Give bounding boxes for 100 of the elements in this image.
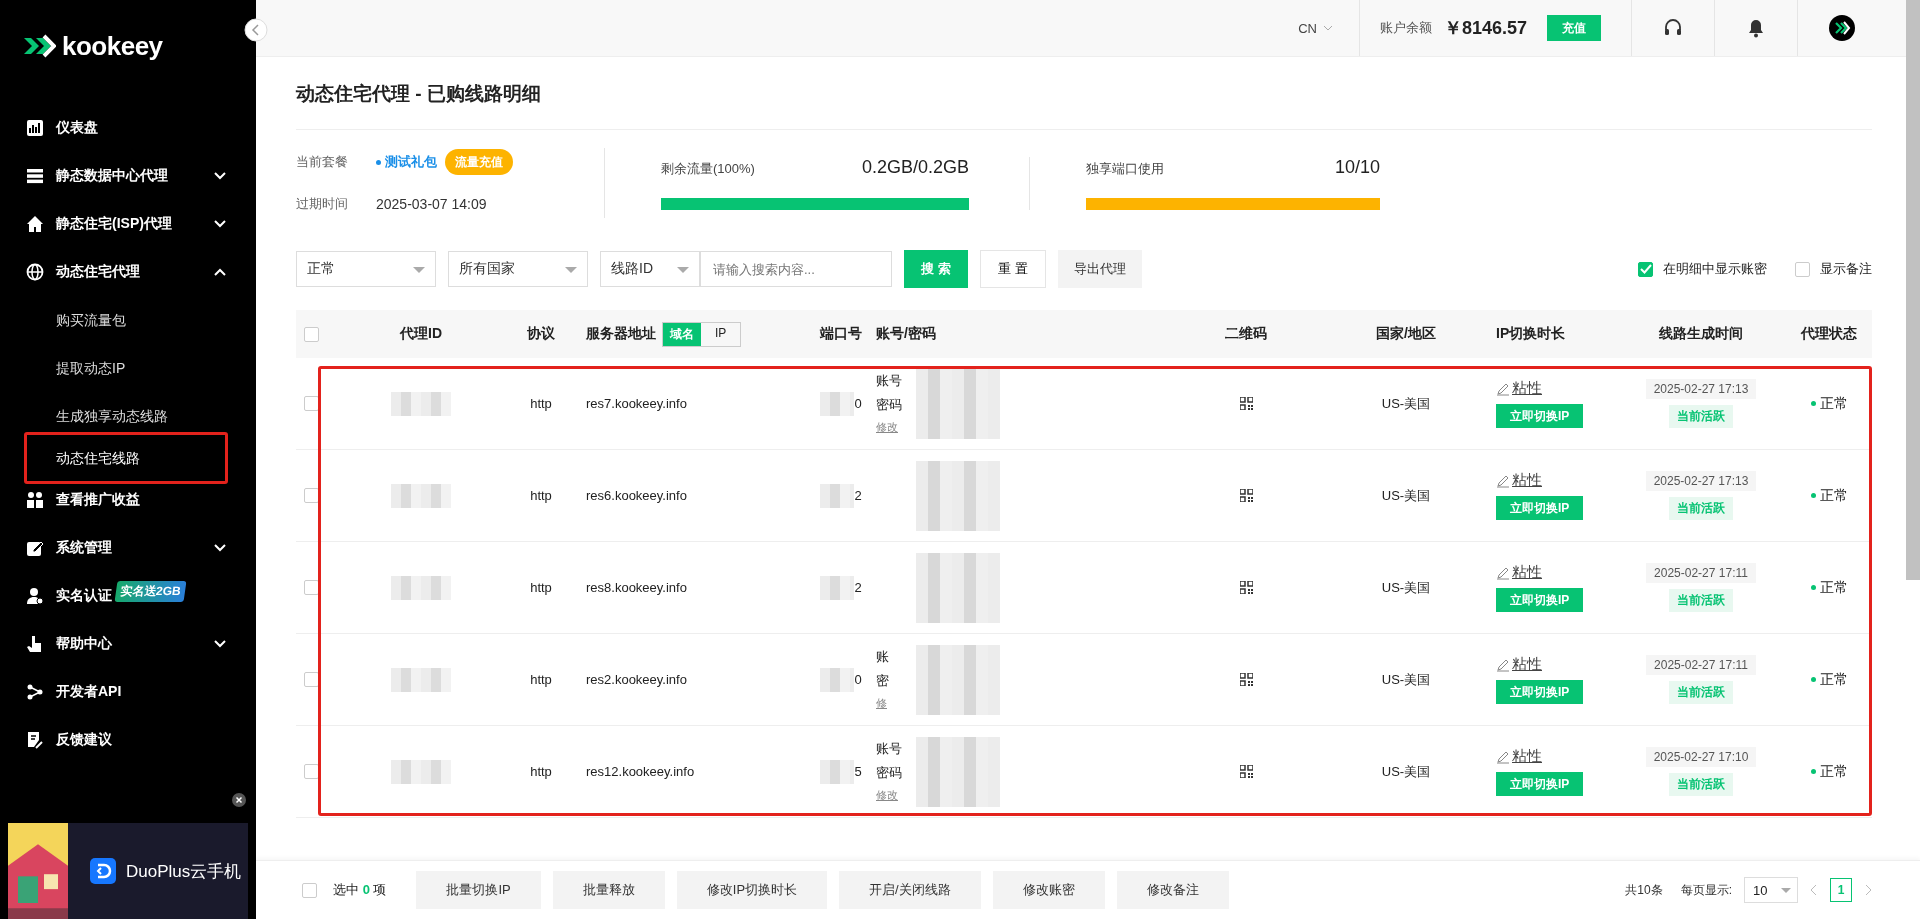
select-all-checkbox[interactable] [302,882,317,898]
menu-label: 静态住宅(ISP)代理 [56,215,172,233]
bulk-action-button[interactable]: 修改账密 [992,871,1105,909]
created-time: 2025-02-27 17:10 [1645,747,1757,767]
menu-label: 实名认证 [56,587,112,605]
checkbox[interactable] [1795,261,1810,277]
table-cell-text: US-美国 [1380,578,1432,597]
total-count: 共10条 [1625,881,1663,899]
user-icon [26,587,44,605]
page-size-select[interactable]: 10 [1744,877,1798,903]
bulk-action-button[interactable]: 开启/关闭线路 [839,871,981,909]
menu-label: 静态数据中心代理 [56,167,168,185]
people-icon [26,491,44,509]
switch-mode-link[interactable]: 粘性 [1496,655,1542,674]
address-toggle[interactable]: IP [701,322,741,346]
collapse-button[interactable] [244,18,268,42]
menu-label: 帮助中心 [56,635,112,653]
table-cell: 2 [854,488,862,503]
bulk-action-button[interactable]: 修改IP切换时长 [676,871,828,909]
menu-item[interactable]: 查看推广收益 [0,476,256,524]
balance-label: 账户余额 [1379,19,1432,37]
switch-mode-link[interactable]: 粘性 [1496,563,1542,582]
bulk-action-button[interactable]: 修改备注 [1116,871,1229,909]
menu-label: 系统管理 [56,539,112,557]
column-header: 协议 [526,325,556,343]
bell-icon[interactable] [1746,18,1766,38]
menu-label: 仪表盘 [56,119,98,137]
option-checkbox[interactable]: 在明细中显示账密 [1638,260,1767,278]
home-icon [26,215,44,233]
status-select[interactable]: 正常 [296,251,436,287]
page-title: 动态住宅代理 - 已购线路明细 [296,57,1872,130]
pencil-icon [1496,749,1510,764]
switch-mode-link[interactable]: 粘性 [1496,747,1542,766]
option-checkbox[interactable]: 显示备注 [1795,260,1872,278]
qr-code-icon[interactable] [1239,581,1253,594]
column-header: 二维码 [1224,325,1268,343]
qr-code-icon[interactable] [1239,673,1253,686]
qr-code-icon[interactable] [1239,397,1253,410]
table-cell-text: http [529,580,553,595]
language-select[interactable]: CN [1298,20,1333,36]
submenu-item[interactable]: 提取动态IP [0,344,256,392]
meter-label: 独享端口使用 [1086,159,1164,178]
account-text: 账号 [876,372,903,390]
bulk-action-button[interactable]: 批量切换IP [416,871,541,909]
menu-item[interactable]: 静态住宅(ISP)代理 [0,200,256,248]
switch-mode-link[interactable]: 粘性 [1496,471,1542,490]
ad-text: DuoPlus云手机 [126,860,242,883]
menu-item[interactable]: 动态住宅代理 [0,248,256,296]
pencil-icon [1496,657,1510,672]
table-cell-text: http [529,488,553,503]
chart-icon [26,119,44,137]
table-cell-text: res2.kookeey.info [586,672,688,687]
menu-item[interactable]: 仪表盘 [0,104,256,152]
table-cell-text: US-美国 [1380,394,1432,413]
submenu-item[interactable]: 生成独享动态线路 [0,392,256,440]
brand-name: kookeey [62,30,163,62]
column-header: 端口号 [819,325,863,343]
country-select[interactable]: 所有国家 [448,251,588,287]
headset-icon[interactable] [1663,18,1683,38]
menu-item[interactable]: 实名认证 实名送2GB [0,572,256,620]
qr-code-icon[interactable] [1239,489,1253,502]
submenu-item[interactable]: 购买流量包 [0,296,256,344]
menu-label: 反馈建议 [56,731,112,749]
menu-item[interactable]: 静态数据中心代理 [0,152,256,200]
meter-label: 剩余流量(100%) [661,159,755,178]
menu-item[interactable]: 反馈建议 [0,716,256,764]
menu-item[interactable]: 系统管理 [0,524,256,572]
hand-icon [26,635,44,653]
table-cell-text: http [529,764,553,779]
menu-item[interactable]: 帮助中心 [0,620,256,668]
note-icon [26,731,44,749]
table-cell-text: res7.kookeey.info [586,396,688,411]
search-field[interactable]: 请输入搜索内容... [700,251,892,287]
active-tag: 当前活跃 [1669,497,1733,520]
select-all-checkbox[interactable] [304,326,319,342]
qr-code-icon[interactable] [1239,765,1253,778]
blurred-id [391,391,451,416]
created-time: 2025-02-27 17:13 [1645,471,1757,491]
table-cell: 0 [854,672,862,687]
app-logo-icon [90,858,116,884]
account-text: 修 [876,696,888,711]
avatar-icon[interactable] [1829,15,1855,41]
table-cell: 2 [854,580,862,595]
ad-banner[interactable]: DuoPlus云手机 [8,823,248,919]
bulk-action-button[interactable]: 批量释放 [552,871,665,909]
expiry-date: 2025-03-07 14:09 [376,196,487,212]
menu-item[interactable]: 开发者API [0,668,256,716]
server-icon [26,167,44,185]
column-header: 账号/密码 [876,325,937,343]
checkbox[interactable] [1638,261,1653,277]
table-cell-text: US-美国 [1380,486,1432,505]
close-icon[interactable] [232,793,246,807]
export-button[interactable]: 导出代理 [1058,250,1142,288]
reset-button[interactable]: 重 置 [980,250,1046,288]
column-header: 代理ID [398,325,443,343]
scrollbar[interactable] [1906,0,1920,580]
switch-mode-link[interactable]: 粘性 [1496,379,1542,398]
menu-label: 开发者API [56,683,122,701]
option-label: 在明细中显示账密 [1663,260,1767,278]
option-label: 显示备注 [1820,260,1872,278]
